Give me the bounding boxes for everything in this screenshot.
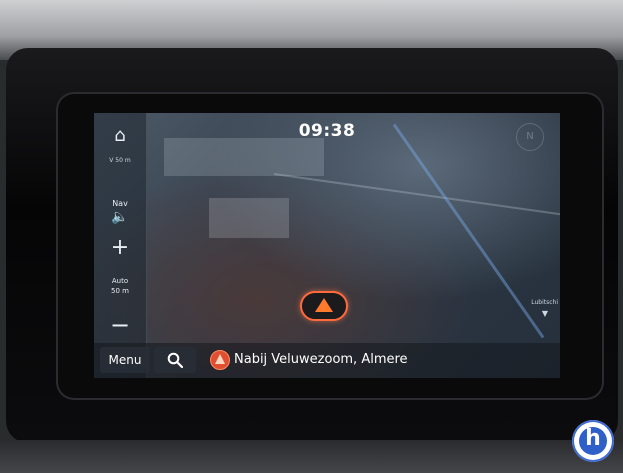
nav-label: Nav: [112, 199, 128, 208]
auto-zoom-label[interactable]: Auto: [94, 277, 146, 285]
zoom-out-button[interactable]: −: [94, 313, 146, 337]
auto-zoom-value: 50 m: [111, 287, 129, 295]
search-icon: [167, 352, 183, 368]
watermark-logo-icon: h: [572, 420, 614, 462]
search-button[interactable]: [154, 347, 196, 373]
map-road: [273, 173, 560, 221]
dashboard-bottom: [0, 440, 623, 473]
location-arrow-icon: [210, 350, 230, 370]
home-icon[interactable]: ⌂: [94, 125, 146, 146]
compass-icon[interactable]: N: [516, 123, 544, 151]
map-route: [392, 123, 545, 339]
speaker-icon[interactable]: 🔈: [94, 209, 146, 225]
bottom-bar: Menu Nabij Veluwezoom, Almere: [94, 343, 560, 378]
map-block: [209, 198, 289, 238]
navigation-arrow-icon: [315, 298, 333, 312]
scale-text: V 50 m: [109, 157, 131, 164]
clock: 09:38: [298, 121, 356, 141]
poi-label: Lubitschi: [531, 299, 558, 306]
zoom-in-button[interactable]: +: [94, 237, 146, 259]
current-location-text[interactable]: Nabij Veluwezoom, Almere: [234, 352, 408, 367]
poi-icon: ▼: [541, 309, 548, 318]
vehicle-position-marker: [300, 291, 348, 321]
navigation-screen: 09:38 N ⌂ V 50 m Nav 🔈 + Auto 50 m − Lub…: [94, 113, 560, 378]
menu-button[interactable]: Menu: [100, 347, 150, 373]
map-controls-sidebar: ⌂ V 50 m Nav 🔈 + Auto 50 m −: [94, 113, 147, 378]
map-area[interactable]: [164, 138, 324, 176]
